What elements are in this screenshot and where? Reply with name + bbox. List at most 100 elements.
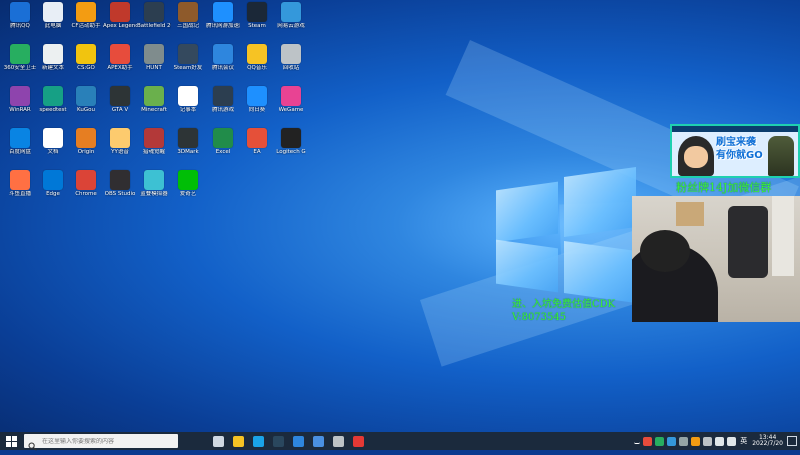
overlay-promo-text: 进、入坑免费估值CDK V:8073545 [512,298,615,324]
network-icon[interactable] [714,436,724,446]
notification-icon[interactable] [787,436,797,446]
fan-badge-text: 粉丝牌14J加微信群 [676,181,772,194]
desktop-icon-label: 百度网盘 [8,149,31,155]
tray-app-icon[interactable] [702,436,712,446]
desktop-icon[interactable]: 腾讯QQ [3,2,37,44]
desktop-icon[interactable]: speedtest [36,86,70,128]
desktop-icon-label: 腾讯网游加速器 [206,23,240,29]
desktop-icon[interactable]: 腾讯会议 [206,44,240,86]
desktop-icon[interactable]: Apex Legends [103,2,137,44]
desktop-icon[interactable]: APEX助手 [103,44,137,86]
desktop-icon[interactable]: Origin [69,128,103,170]
taskbar-search[interactable] [24,434,178,451]
desktop-icon-label: CF活动助手 [71,23,101,29]
desktop-icon[interactable]: YY语音 [103,128,137,170]
desktop-icon[interactable]: HUNT [137,44,171,86]
desktop-icon[interactable]: GTA V [103,86,137,128]
start-button[interactable] [0,432,22,450]
desktop-icon[interactable]: 文档 [36,128,70,170]
desktop-icon-label: Apex Legends [103,23,137,29]
tray-app-icon[interactable] [666,436,676,446]
desktop-icon[interactable]: 3DMark [171,128,205,170]
desktop-icon[interactable]: EA [240,128,274,170]
desktop-icon-label: 3DMark [177,149,199,155]
desktop-icon[interactable]: 爱奇艺 [171,170,205,212]
desktop-icon[interactable]: 蓝叠模拟器 [137,170,171,212]
desktop-icon[interactable]: 百度网盘 [3,128,37,170]
desktop-icon-label: OBS Studio [104,191,136,197]
desktop-icon-label: Minecraft [141,107,167,113]
desktop-icon[interactable]: 斗鱼直播 [3,170,37,212]
volume-icon[interactable] [726,436,736,446]
desktop-icon-label: Steam [248,23,266,29]
desktop-icon[interactable]: 此电脑 [36,2,70,44]
desktop-icon[interactable]: WeGame [274,86,308,128]
input-language-indicator[interactable]: 英 [740,436,747,446]
search-icon [28,436,38,451]
desktop-icon[interactable]: 向日葵 [240,86,274,128]
tencent-app-icon [292,435,304,447]
promo-title: 刷宝来袭 有你就GO [716,136,774,162]
desktop-icon-label: WinRAR [9,107,31,113]
desktop-icon[interactable]: 新建文本 [36,44,70,86]
desktop-icon[interactable]: 网易云游戏 [274,2,308,44]
desktop-icon[interactable]: Chrome [69,170,103,212]
edge-icon [252,435,264,447]
taskbar-app-task-view[interactable] [208,432,228,450]
tray-app-icon[interactable] [654,436,664,446]
taskbar-app-edge[interactable] [248,432,268,450]
desktop-icon[interactable]: 记事本 [171,86,205,128]
desktop-icon-label: KuGou [77,107,95,113]
taskbar-app-netease-music[interactable] [348,432,368,450]
tray-app-icon[interactable] [678,436,688,446]
app-icon [43,44,63,64]
desktop-icon[interactable]: 三国战记 [171,2,205,44]
chevron-up-icon[interactable] [633,439,640,444]
taskbar-clock[interactable]: 13:44 2022/7/20 [752,435,783,447]
app-icon [110,170,130,190]
desktop-icon-label: 文档 [47,149,59,155]
desktop-icon[interactable]: 360安全卫士 [3,44,37,86]
desktop-icon[interactable]: Steam [240,2,274,44]
desktop-icon-label: WeGame [278,107,304,113]
app-icon [10,44,30,64]
app-icon [144,170,164,190]
tray-app-icon[interactable] [642,436,652,446]
desktop-icon[interactable]: Edge [36,170,70,212]
desktop-icon[interactable]: Excel [206,128,240,170]
desktop-wallpaper: 腾讯QQ 此电脑 CF活动助手Apex LegendsBattlefield 204… [0,0,800,432]
app-icon [213,2,233,22]
app-icon [43,2,63,22]
desktop-icon[interactable]: CS:GO [69,44,103,86]
app-icon [76,86,96,106]
desktop-icon[interactable]: WinRAR [3,86,37,128]
desktop-icon[interactable]: 猎魂觉醒 [137,128,171,170]
desktop-icon-label: 向日葵 [248,107,266,113]
taskbar-app-mail[interactable] [308,432,328,450]
task-view-icon [212,435,224,447]
desktop-icon-label: Excel [215,149,231,155]
desktop-icon[interactable]: Steam好友 [171,44,205,86]
desktop-icon-label: 记事本 [179,107,197,113]
desktop-icon[interactable]: CF活动助手 [69,2,103,44]
taskbar-app-steam[interactable] [268,432,288,450]
desktop-icon[interactable]: Minecraft [137,86,171,128]
taskbar-app-tencent-app[interactable] [288,432,308,450]
taskbar-app-monitor[interactable] [328,432,348,450]
desktop-icon[interactable]: 腾讯网游加速器 [206,2,240,44]
desktop-icon[interactable]: OBS Studio [103,170,137,212]
search-input[interactable] [42,437,172,445]
app-icon [43,128,63,148]
desktop-icon-label: 腾讯会议 [211,65,234,71]
desktop-icon[interactable]: Battlefield 2042 [137,2,171,44]
desktop-icon[interactable]: KuGou [69,86,103,128]
desktop-icon[interactable]: 回收站 [274,44,308,86]
overlay-line2: V:8073545 [512,312,567,323]
taskbar-app-file-explorer[interactable] [228,432,248,450]
desktop-icon-label: 蓝叠模拟器 [140,191,168,197]
tray-app-icon[interactable] [690,436,700,446]
desktop-icon[interactable]: 腾讯游戏 [206,86,240,128]
desktop-icon-label: Edge [46,191,60,197]
desktop-icon[interactable]: QQ音乐 [240,44,274,86]
desktop-icon[interactable]: Logitech G [274,128,308,170]
